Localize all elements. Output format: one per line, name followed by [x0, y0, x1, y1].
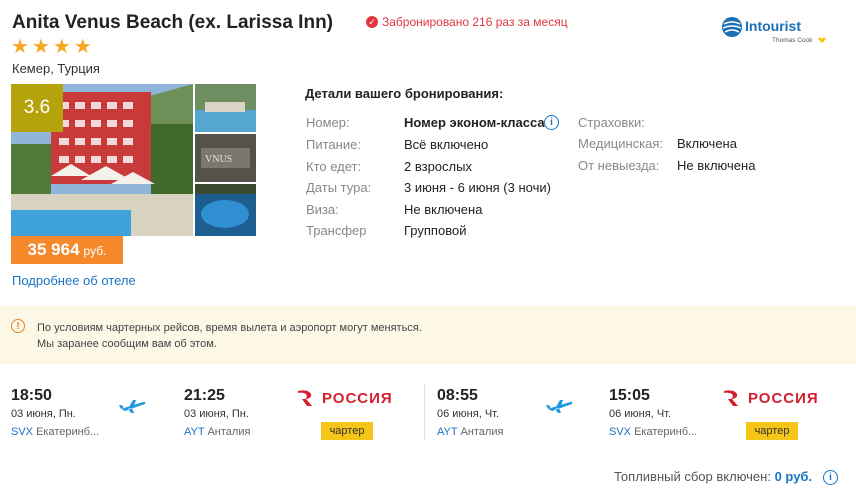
flight-2-airline: РОССИЯ	[722, 389, 819, 407]
star-icon: ★	[73, 36, 92, 58]
hotel-details-link[interactable]: Подробнее об отеле	[12, 273, 136, 288]
dates-value: 3 июня - 6 июня (3 ночи)	[404, 180, 551, 195]
logo-sub: Thomas Cook	[772, 37, 813, 44]
booked-badge: ✓ Забронировано 216 раз за месяц	[366, 15, 568, 29]
flight-2-dep-date: 06 июня, Чт.	[437, 408, 500, 420]
rossiya-logo-icon	[724, 390, 738, 406]
star-icon: ★	[11, 36, 29, 58]
flight-1-dep-airport: SVX Екатеринб...	[11, 426, 100, 438]
price-badge: 35 964 руб.	[11, 236, 123, 264]
rating-badge: 3.6	[11, 84, 63, 132]
plane-icon	[119, 400, 146, 413]
flight-1-airline: РОССИЯ	[296, 389, 393, 407]
star-rating: ★ ★ ★ ★	[11, 37, 92, 57]
meal-label: Питание:	[306, 137, 361, 152]
hotel-location: Кемер, Турция	[12, 61, 100, 76]
fuel-fee-label: Топливный сбор включен:	[614, 469, 771, 484]
flight-1-airline-name: РОССИЯ	[322, 389, 393, 407]
medical-label: Медицинская:	[578, 136, 664, 151]
hotel-photo-thumb-2[interactable]: VNUS	[195, 134, 256, 182]
fuel-info-icon[interactable]: i	[823, 470, 838, 485]
intourist-logo: Intourist Thomas Cook	[722, 17, 826, 44]
fuel-fee: Топливный сбор включен: 0 руб.	[614, 469, 812, 484]
flight-2-airline-name: РОССИЯ	[748, 389, 819, 407]
booking-details-title: Детали вашего бронирования:	[305, 86, 504, 101]
booked-text: Забронировано 216 раз за месяц	[382, 15, 568, 29]
logo-brand: Intourist	[745, 18, 801, 34]
room-value: Номер эконом-класса	[404, 115, 545, 130]
flight-1-arr-airport: AYT Анталия	[184, 426, 251, 438]
notice-line-2: Мы заранее сообщим вам об этом.	[37, 338, 217, 350]
flight-2-arr-date: 06 июня, Чт.	[609, 408, 672, 420]
flight-2-charter-badge: чартер	[746, 422, 798, 440]
flight-2-dep-time: 08:55	[437, 387, 478, 404]
cancel-insurance-label: От невыезда:	[578, 158, 660, 173]
star-icon: ★	[31, 36, 50, 58]
transfer-value: Групповой	[404, 223, 467, 238]
warning-icon: !	[11, 319, 25, 333]
rossiya-logo-icon	[298, 390, 312, 406]
flight-2-dep-airport: AYT Анталия	[437, 426, 504, 438]
flight-1-arr-time: 21:25	[184, 387, 225, 404]
price-value: 35 964	[27, 240, 80, 259]
flight-1-arr-date: 03 июня, Пн.	[184, 408, 249, 420]
fuel-fee-value: 0 руб.	[774, 469, 813, 484]
flight-1-dep-time: 18:50	[11, 387, 52, 404]
flight-2-arr-time: 15:05	[609, 387, 650, 404]
svg-text:VNUS: VNUS	[205, 154, 232, 165]
hotel-name: Anita Venus Beach (ex. Larissa Inn)	[12, 12, 333, 33]
flight-divider	[424, 383, 425, 441]
visa-label: Виза:	[306, 202, 339, 217]
insurance-label: Страховки:	[578, 115, 645, 130]
hotel-photo-thumb-3[interactable]	[195, 184, 256, 236]
room-label: Номер:	[306, 115, 350, 130]
info-icon[interactable]: i	[544, 115, 559, 130]
meal-value: Всё включено	[404, 137, 489, 152]
flight-2-arr-airport: SVX Екатеринб...	[609, 426, 698, 438]
medical-value: Включена	[677, 136, 737, 151]
transfer-label: Трансфер	[306, 223, 367, 238]
dates-label: Даты тура:	[306, 180, 372, 195]
flight-1-charter-badge: чартер	[321, 422, 373, 440]
plane-icon	[546, 400, 573, 413]
notice-line-1: По условиям чартерных рейсов, время выле…	[37, 322, 422, 334]
flight-1-dep-date: 03 июня, Пн.	[11, 408, 76, 420]
travelers-label: Кто едет:	[306, 159, 362, 174]
hotel-photo-thumb-1[interactable]	[195, 84, 256, 132]
check-icon: ✓	[366, 16, 378, 28]
cancel-insurance-value: Не включена	[677, 158, 756, 173]
price-currency: руб.	[83, 244, 107, 258]
travelers-value: 2 взрослых	[404, 159, 472, 174]
notice-text: По условиям чартерных рейсов, время выле…	[37, 320, 422, 352]
star-icon: ★	[52, 36, 71, 58]
visa-value: Не включена	[404, 202, 483, 217]
